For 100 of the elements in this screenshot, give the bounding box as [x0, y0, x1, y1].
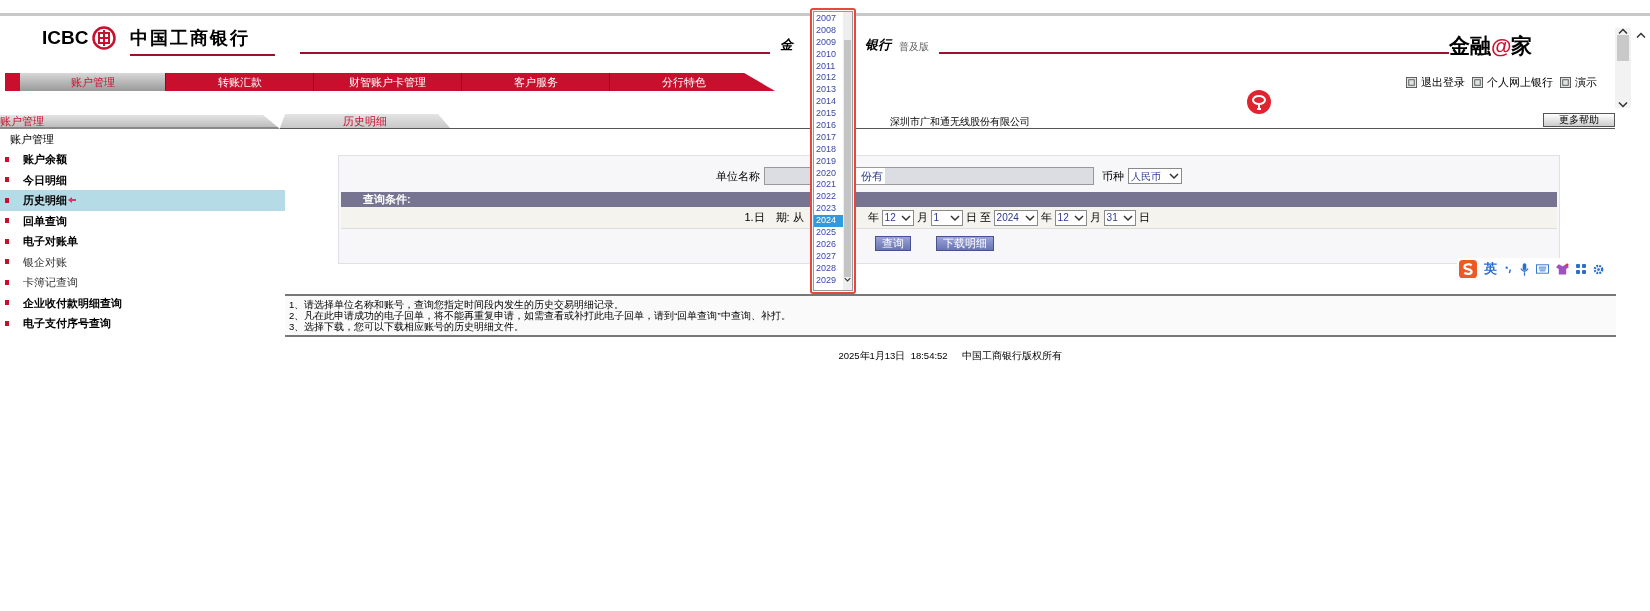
year-option[interactable]: 2027 — [814, 250, 843, 263]
top-link[interactable]: 退出登录 — [1421, 73, 1465, 91]
year-option[interactable]: 2020 — [814, 167, 843, 180]
note-text: 3、选择下载，您可以下载相应账号的历史明细文件。 — [289, 321, 526, 332]
bullet-icon — [5, 320, 9, 326]
settings-icon — [1593, 263, 1604, 275]
grid-icon — [1576, 264, 1586, 274]
sidebar-item[interactable]: 回单查询 — [0, 210, 285, 231]
logo-icon — [92, 25, 117, 50]
nav-tab[interactable]: 转账汇款 — [165, 73, 313, 91]
bullet-icon — [5, 177, 9, 183]
shirt-icon — [1556, 263, 1569, 275]
nav-tab[interactable]: 财智账户卡管理 — [313, 73, 461, 91]
company-name: 深圳市广和通无线股份有限公司 — [890, 115, 1030, 128]
window-icon — [1560, 76, 1571, 88]
title-text: 银行 — [865, 35, 891, 54]
select-field[interactable]: 31 — [1103, 209, 1136, 226]
date-label: 年 — [867, 210, 879, 226]
title-text: 金 — [780, 35, 793, 54]
chevron-down-icon — [1073, 213, 1084, 222]
window-icon — [1406, 76, 1417, 88]
note-text: 1、请选择单位名称和账号，查询您指定时间段内发生的历史交易明细记录。 — [289, 299, 626, 310]
date-label: 日 — [1138, 210, 1150, 226]
redaction-block — [765, 168, 813, 184]
year-option[interactable]: 2015 — [814, 108, 843, 120]
chevron-down-icon — [900, 213, 911, 222]
keyboard-icon — [1536, 264, 1549, 274]
bullet-icon — [5, 279, 9, 285]
year-option[interactable]: 2008 — [814, 24, 843, 37]
date-label: 年 — [1040, 210, 1052, 226]
year-option[interactable]: 2018 — [814, 143, 843, 156]
year-option[interactable]: 2013 — [814, 84, 843, 97]
sidebar-item[interactable]: 历史明细 — [0, 190, 285, 211]
sidebar-item[interactable]: 账户余额 — [0, 149, 285, 170]
chevron-down-icon — [1618, 101, 1628, 108]
chevron-down-icon — [1122, 213, 1133, 222]
copyright-text: 中国工商银行版权所有 — [961, 349, 1062, 363]
bullet-icon — [5, 238, 9, 244]
microphone-icon — [1520, 262, 1529, 276]
chevron-down-icon — [1024, 213, 1035, 222]
date-label: 月 — [1089, 210, 1101, 226]
year-option[interactable]: 2028 — [814, 262, 843, 275]
bullet-icon — [5, 197, 9, 203]
year-option[interactable]: 2017 — [814, 131, 843, 144]
note-text: 2、凡在此申请成功的电子回单，将不能再重复申请，如需查看或补打此电子回单，请到“回单查询”中查询、补打。 — [289, 310, 792, 321]
assistant-icon — [1247, 90, 1271, 114]
date-label: 日 — [965, 210, 977, 226]
sidebar-item[interactable]: 企业收付款明细查询 — [0, 292, 285, 313]
year-option[interactable]: 2029 — [814, 274, 843, 287]
date-label: 从 — [792, 210, 804, 226]
bank-name: 中国工商银行 — [130, 25, 275, 56]
year-option[interactable]: 2010 — [814, 48, 843, 61]
year-option[interactable]: 2009 — [814, 36, 843, 49]
select-field[interactable]: 人民币 — [1128, 168, 1182, 184]
sidebar-item[interactable]: 电子支付序号查询 — [0, 313, 285, 334]
select-field[interactable]: 12 — [881, 209, 914, 226]
chevron-down-icon — [949, 213, 960, 222]
year-option[interactable]: 2025 — [814, 227, 843, 239]
sidebar-title: 账户管理 — [9, 132, 55, 147]
bullet-icon — [5, 218, 9, 224]
year-option[interactable]: 2016 — [814, 120, 843, 132]
year-option[interactable]: 2014 — [814, 96, 843, 109]
sidebar-item[interactable]: 今日明细 — [0, 169, 285, 190]
dropdown-scrollbar[interactable] — [843, 12, 852, 290]
chevron-down-icon — [844, 277, 851, 282]
year-option[interactable]: 2007 — [814, 13, 843, 25]
bullet-icon — [5, 300, 9, 306]
select-field[interactable]: 1 — [930, 209, 963, 226]
window-icon — [1472, 76, 1483, 88]
select-field[interactable]: 2024 — [993, 209, 1038, 226]
field-label: 单位名称 — [716, 168, 760, 184]
help-button[interactable]: 更多帮助 — [1543, 113, 1615, 127]
year-option[interactable]: 2023 — [814, 203, 843, 216]
timestamp: 2025年1月13日 18:54:52 — [838, 349, 948, 363]
sidebar-item[interactable]: 电子对账单 — [0, 231, 285, 252]
top-link[interactable]: 个人网上银行 — [1487, 73, 1553, 91]
arrow-left-icon — [67, 196, 77, 205]
sidebar-item[interactable]: 卡簿记查询 — [0, 272, 285, 293]
ime-mode[interactable]: 英 — [1484, 259, 1497, 279]
date-label: 至 — [979, 210, 991, 226]
date-label: 月 — [916, 210, 928, 226]
year-option[interactable]: 2011 — [814, 60, 843, 73]
bullet-icon — [5, 156, 9, 162]
punctuation-icon — [1504, 264, 1513, 274]
bullet-icon — [5, 259, 9, 265]
year-option[interactable]: 2019 — [814, 155, 843, 168]
scrollbar[interactable] — [1615, 28, 1631, 108]
year-option[interactable]: 2026 — [814, 238, 843, 251]
nav-tab[interactable]: 分行特色 — [609, 73, 757, 91]
field-label: 币种 — [1102, 168, 1124, 184]
brand-title: 金融@家 — [1449, 35, 1533, 56]
sidebar-item[interactable]: 银企对账 — [0, 251, 285, 272]
year-option[interactable]: 2012 — [814, 72, 843, 85]
chevron-down-icon — [1169, 172, 1179, 180]
select-field[interactable]: 12 — [1054, 209, 1087, 226]
top-link[interactable]: 演示 — [1575, 73, 1597, 91]
date-label: 1.日 期: — [744, 210, 790, 226]
logo-text: ICBC — [42, 25, 89, 50]
nav-tab[interactable]: 客户服务 — [461, 73, 609, 91]
year-option[interactable]: 2022 — [814, 191, 843, 204]
